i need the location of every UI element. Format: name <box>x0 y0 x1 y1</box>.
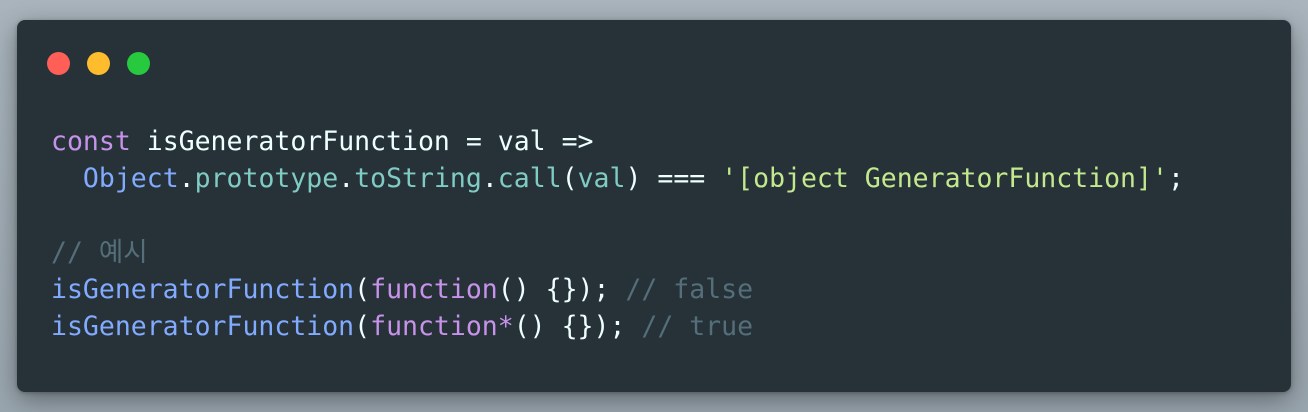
code-line: isGeneratorFunction(function*() {}); // … <box>51 308 1184 345</box>
code-token-plain: ( <box>561 163 578 194</box>
code-token-function: Object <box>82 163 179 194</box>
minimize-button[interactable] <box>87 52 110 75</box>
code-line: Object.prototype.toString.call(val) === … <box>51 160 1184 197</box>
code-line: // 예시 <box>51 234 1184 271</box>
code-token-plain: ; <box>1167 163 1184 194</box>
code-token-comment: // true <box>641 311 754 342</box>
code-token-plain: => <box>561 126 594 157</box>
code-token-function: isGeneratorFunction <box>51 311 355 342</box>
code-token-property: val <box>577 163 626 194</box>
code-token-plain: ( <box>354 274 371 305</box>
code-token-property: prototype <box>194 163 339 194</box>
code-token-property: toString <box>354 163 482 194</box>
code-token-plain: () {}); <box>497 274 626 305</box>
close-button[interactable] <box>47 52 70 75</box>
code-token-plain: isGeneratorFunction <box>130 126 466 157</box>
code-token-plain: . <box>338 163 355 194</box>
code-token-keyword: * <box>497 311 514 342</box>
code-block: const isGeneratorFunction = val => Objec… <box>51 123 1184 345</box>
code-token-plain: val <box>481 126 562 157</box>
code-window: const isGeneratorFunction = val => Objec… <box>17 20 1291 392</box>
code-token-plain: ) === <box>625 163 722 194</box>
code-token-string: '[object GeneratorFunction]' <box>721 163 1168 194</box>
maximize-button[interactable] <box>127 52 150 75</box>
code-token-comment: // false <box>625 274 754 305</box>
code-line: isGeneratorFunction(function() {}); // f… <box>51 271 1184 308</box>
code-token-keyword: function <box>370 274 498 305</box>
code-token-keyword: const <box>51 126 131 157</box>
code-token-keyword: function <box>370 311 498 342</box>
code-line: const isGeneratorFunction = val => <box>51 123 1184 160</box>
code-token-function: isGeneratorFunction <box>51 274 355 305</box>
code-token-property: call <box>497 163 562 194</box>
code-token-plain: . <box>178 163 195 194</box>
code-token-comment: // 예시 <box>51 237 148 268</box>
code-token-plain: = <box>465 126 482 157</box>
code-token-plain: ( <box>354 311 371 342</box>
code-token-plain: () {}); <box>513 311 642 342</box>
window-controls <box>47 52 150 75</box>
code-token-plain: . <box>481 163 498 194</box>
